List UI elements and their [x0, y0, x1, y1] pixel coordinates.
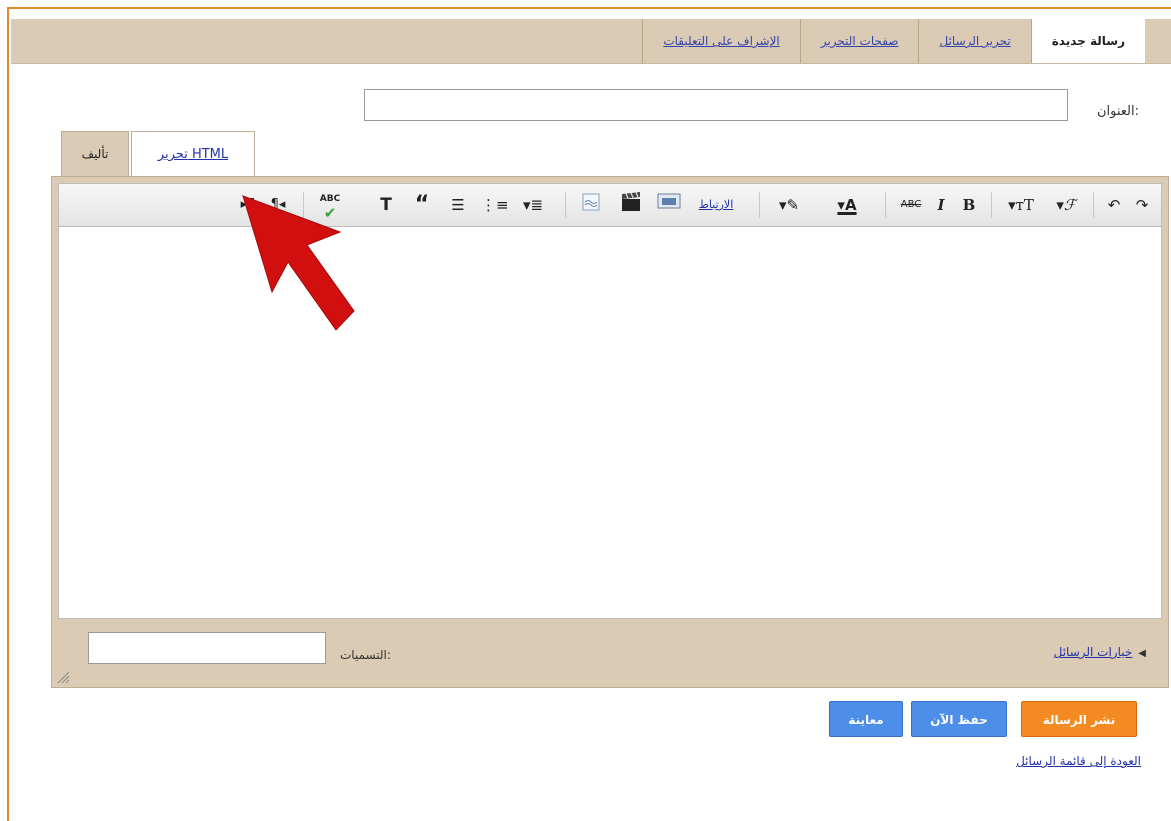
link-button[interactable]: الارتباط [693, 192, 739, 218]
post-options-toggle[interactable]: ◀ خيارات الرسائل [1054, 645, 1146, 659]
text-color-icon[interactable]: ▾A [829, 192, 865, 218]
font-family-icon[interactable]: ▾ℱ [1051, 192, 1081, 218]
numbered-list-icon[interactable]: ⋮≡ [481, 192, 509, 218]
tab-moderate-comments[interactable]: الإشراف على التعليقات [642, 19, 799, 63]
jump-break-icon[interactable] [577, 192, 605, 218]
tab-new-post[interactable]: رسالة جديدة [1030, 19, 1145, 63]
bold-icon[interactable]: B [959, 192, 979, 218]
italic-icon[interactable]: I [931, 192, 951, 218]
bulleted-list-icon[interactable]: ☰ [445, 192, 471, 218]
top-tabs: رسالة جديدة تحرير الرسائل صفحات التحرير … [642, 19, 1145, 63]
spell-check-label: ABC [319, 194, 341, 204]
image-icon[interactable] [655, 192, 683, 218]
title-label: العنوان: [1096, 104, 1139, 119]
align-icon[interactable]: ▾≣ [515, 192, 551, 218]
toolbar-separator [991, 192, 992, 218]
save-now-button[interactable]: حفظ الآن [911, 701, 1007, 737]
rtl-direction-icon[interactable]: ¶◂ [265, 192, 291, 218]
blogger-post-editor-frame: رسالة جديدة تحرير الرسائل صفحات التحرير … [7, 7, 1171, 821]
undo-icon[interactable]: ↶ [1103, 192, 1125, 218]
video-icon[interactable] [617, 192, 645, 218]
top-tab-bar: رسالة جديدة تحرير الرسائل صفحات التحرير … [11, 19, 1171, 64]
spell-check-icon[interactable]: ABC ✔ [315, 192, 345, 221]
publish-post-button[interactable]: نشر الرسالة [1021, 701, 1137, 737]
toolbar-separator [565, 192, 566, 218]
toolbar-separator [885, 192, 886, 218]
title-input[interactable] [364, 89, 1068, 121]
toolbar-separator [759, 192, 760, 218]
redo-icon[interactable]: ↷ [1131, 192, 1153, 218]
ltr-direction-icon[interactable]: ▸¶ [235, 192, 261, 218]
font-size-icon[interactable]: ▾тT [1003, 192, 1039, 218]
labels-input[interactable] [88, 632, 326, 664]
resize-handle-icon[interactable] [56, 669, 70, 684]
tab-edit-html[interactable]: تحرير HTML [131, 131, 255, 176]
tab-compose[interactable]: تأليف [61, 131, 129, 176]
tab-edit-pages[interactable]: صفحات التحرير [799, 19, 919, 63]
toolbar-separator [303, 192, 304, 218]
labels-label: التسميات: [340, 648, 391, 662]
strikethrough-icon[interactable]: ABC [897, 192, 925, 218]
post-body-editor[interactable] [58, 227, 1162, 619]
blockquote-icon[interactable]: “ [409, 192, 435, 218]
tab-edit-posts[interactable]: تحرير الرسائل [918, 19, 1030, 63]
toolbar-separator [1093, 192, 1094, 218]
preview-button[interactable]: معاينة [829, 701, 903, 737]
highlight-color-icon[interactable]: ▾✎ [771, 192, 807, 218]
formatting-toolbar: ↷ ↶ ▾ℱ ▾тT B I ABC ▾A ▾✎ الارتباط ▾≣ ⋮≡ … [58, 183, 1162, 227]
remove-formatting-icon[interactable]: T [371, 192, 401, 218]
triangle-left-icon: ◀ [1138, 648, 1146, 659]
post-options-link[interactable]: خيارات الرسائل [1054, 645, 1133, 659]
editor-panel: ↷ ↶ ▾ℱ ▾тT B I ABC ▾A ▾✎ الارتباط ▾≣ ⋮≡ … [51, 176, 1169, 688]
back-to-posts-link[interactable]: العودة إلى قائمة الرسائل [1016, 754, 1141, 768]
